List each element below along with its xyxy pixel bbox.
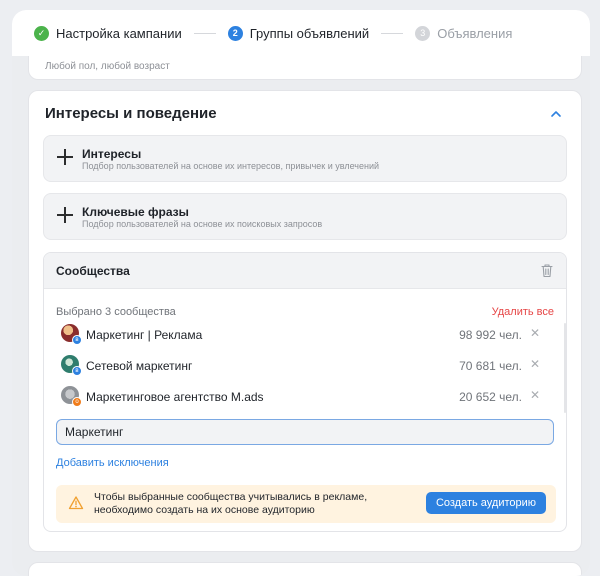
scrollbar[interactable] — [564, 323, 566, 413]
remove-icon[interactable]: ✕ — [530, 388, 540, 402]
stepper: ✓ Настройка кампании 2 Группы объявлений… — [12, 10, 590, 56]
check-icon: ✓ — [34, 25, 49, 41]
plus-icon — [56, 148, 74, 166]
community-name: Маркетинг | Реклама — [86, 328, 203, 342]
step-ad-groups[interactable]: 2 Группы объявлений — [227, 25, 370, 41]
member-count: 20 652 чел. — [459, 390, 522, 404]
remove-all-link[interactable]: Удалить все — [492, 306, 554, 318]
demographics-summary: Любой пол, любой возраст — [45, 61, 170, 72]
vk-icon: в — [72, 366, 82, 376]
step-ads[interactable]: 3 Объявления — [415, 25, 513, 41]
add-exclusions-link[interactable]: Добавить исключения — [56, 457, 169, 469]
member-count: 98 992 чел. — [459, 328, 522, 342]
community-name: Сетевой маркетинг — [86, 359, 193, 373]
plus-icon — [56, 206, 74, 224]
step-number: 3 — [415, 25, 431, 41]
demographics-card: Любой пол, любой возраст — [28, 56, 582, 80]
option-description: Подбор пользователей на основе их интере… — [82, 161, 380, 171]
vk-icon: в — [72, 335, 82, 345]
ok-icon: о — [72, 397, 82, 407]
keywords-option[interactable]: Ключевые фразы Подбор пользователей на о… — [43, 193, 567, 240]
community-list: в Маркетинг | Реклама 98 992 чел. ✕ в Се… — [56, 321, 552, 413]
list-item: в Сетевой маркетинг 70 681 чел. ✕ — [56, 352, 552, 378]
community-name: Маркетинговое агентство M.ads — [86, 390, 264, 404]
option-title: Интересы — [82, 147, 142, 161]
create-audience-button[interactable]: Создать аудиторию — [426, 492, 546, 514]
member-count: 70 681 чел. — [459, 359, 522, 373]
interests-card: Интересы и поведение Интересы Подбор пол… — [28, 90, 582, 552]
option-title: Ключевые фразы — [82, 205, 189, 219]
app-frame: ✓ Настройка кампании 2 Группы объявлений… — [12, 10, 590, 576]
list-item: в Маркетинг | Реклама 98 992 чел. ✕ — [56, 321, 552, 347]
option-description: Подбор пользователей на основе их поиско… — [82, 219, 323, 229]
step-number: 2 — [227, 25, 243, 41]
remove-icon[interactable]: ✕ — [530, 326, 540, 340]
section-title: Интересы и поведение — [45, 105, 217, 122]
audience-notice: Чтобы выбранные сообщества учитывались в… — [56, 485, 556, 523]
communities-header: Сообщества — [44, 253, 566, 289]
warning-icon — [68, 496, 84, 510]
step-label: Объявления — [437, 25, 513, 41]
chevron-up-icon[interactable] — [549, 107, 563, 121]
list-item: о Маркетинговое агентство M.ads 20 652 ч… — [56, 383, 552, 409]
interests-option[interactable]: Интересы Подбор пользователей на основе … — [43, 135, 567, 182]
notice-text: Чтобы выбранные сообщества учитывались в… — [94, 491, 368, 516]
selected-count: Выбрано 3 сообщества — [56, 306, 176, 318]
communities-panel: Сообщества Выбрано 3 сообщества Удалить … — [43, 252, 567, 532]
trash-icon[interactable] — [540, 263, 554, 278]
step-divider — [381, 32, 404, 34]
step-label: Настройка кампании — [56, 25, 182, 41]
next-card — [28, 562, 582, 576]
step-campaign-settings[interactable]: ✓ Настройка кампании — [34, 25, 182, 41]
remove-icon[interactable]: ✕ — [530, 357, 540, 371]
step-label: Группы объявлений — [249, 25, 370, 41]
community-search-input[interactable] — [56, 419, 554, 445]
step-divider — [193, 32, 216, 34]
communities-title: Сообщества — [56, 264, 130, 278]
